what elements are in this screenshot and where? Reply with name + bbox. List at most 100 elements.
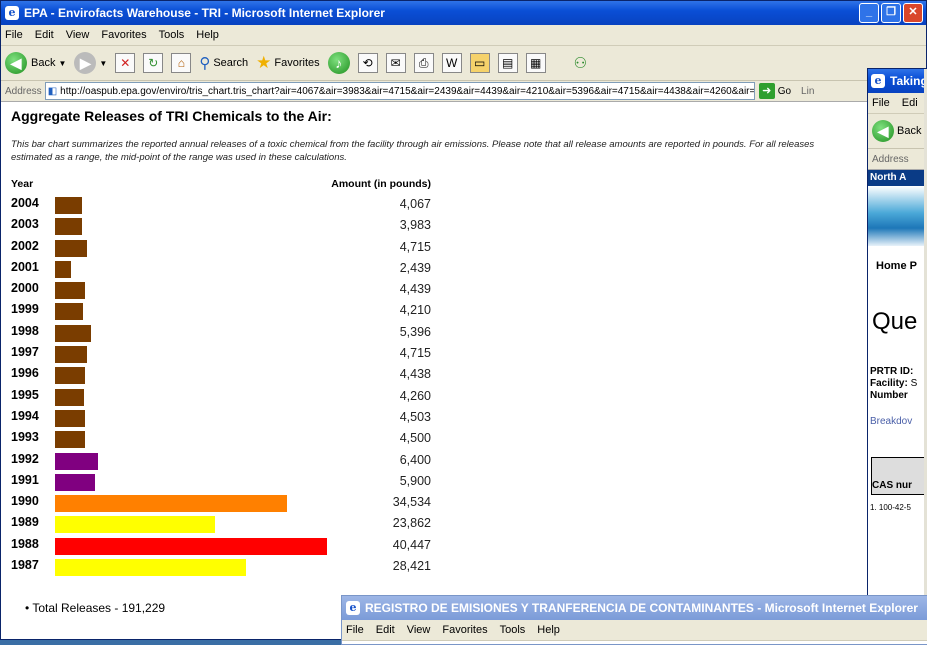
year-column-header: Year bbox=[11, 178, 34, 190]
chart-row: 1988 40,447 bbox=[11, 535, 431, 556]
menu-edit[interactable]: Edit bbox=[376, 624, 395, 636]
epa-window-title: EPA - Envirofacts Warehouse - TRI - Micr… bbox=[24, 6, 385, 20]
menu-favorites[interactable]: Favorites bbox=[442, 624, 487, 636]
edit-icon[interactable]: W bbox=[441, 53, 462, 73]
release-bar bbox=[55, 473, 95, 491]
release-bar bbox=[55, 367, 85, 385]
release-bar bbox=[55, 388, 84, 406]
taking-title-bar[interactable]: e Taking bbox=[868, 69, 927, 93]
address-url: http://oaspub.epa.gov/enviro/tris_chart.… bbox=[60, 85, 755, 97]
menu-file[interactable]: File bbox=[5, 29, 23, 41]
chart-row: 1996 4,438 bbox=[11, 364, 431, 385]
research-icon[interactable]: ▦ bbox=[525, 53, 546, 73]
chart-row: 2000 4,439 bbox=[11, 279, 431, 300]
cas-column-header: CAS nur bbox=[872, 480, 912, 491]
release-bar bbox=[55, 346, 87, 364]
favorites-label: Favorites bbox=[274, 57, 320, 69]
year-label: 1989 bbox=[11, 515, 39, 530]
amount-label: 28,421 bbox=[392, 559, 431, 574]
taking-menu-bar: File Edi bbox=[868, 93, 927, 114]
menu-view[interactable]: View bbox=[66, 29, 90, 41]
registro-title-bar[interactable]: e REGISTRO DE EMISIONES Y TRANFERENCIA D… bbox=[342, 596, 927, 620]
back-arrow-icon[interactable]: ◀ bbox=[872, 120, 894, 142]
chart-row: 1989 23,862 bbox=[11, 513, 431, 534]
folder-icon[interactable]: ▭ bbox=[469, 53, 490, 73]
release-bar bbox=[55, 282, 85, 300]
go-button[interactable]: ➜ Go bbox=[758, 83, 791, 99]
year-label: 1994 bbox=[11, 408, 39, 423]
maximize-icon[interactable]: ❐ bbox=[881, 3, 901, 23]
menu-edit[interactable]: Edit bbox=[35, 29, 54, 41]
release-bar bbox=[55, 197, 83, 214]
menu-tools[interactable]: Tools bbox=[500, 624, 526, 636]
chart-row: 1991 5,900 bbox=[11, 471, 431, 492]
prtr-id-label: PRTR ID: bbox=[870, 366, 914, 377]
chart-row: 1987 28,421 bbox=[11, 556, 431, 577]
menu-file[interactable]: File bbox=[872, 97, 890, 109]
chart-row: 1990 34,534 bbox=[11, 492, 431, 513]
home-icon[interactable]: ⌂ bbox=[171, 53, 192, 73]
release-bar bbox=[55, 516, 216, 534]
search-button[interactable]: ⚲ Search bbox=[199, 54, 248, 72]
chart-row: 1995 4,260 bbox=[11, 386, 431, 407]
page-heading: Aggregate Releases of TRI Chemicals to t… bbox=[11, 108, 332, 124]
breakdown-link[interactable]: Breakdov bbox=[868, 402, 927, 427]
banner-text: North A bbox=[870, 172, 907, 183]
menu-favorites[interactable]: Favorites bbox=[101, 29, 146, 41]
menu-help[interactable]: Help bbox=[196, 29, 219, 41]
amount-label: 5,396 bbox=[399, 324, 431, 339]
back-button[interactable]: ◀ Back ▼ bbox=[5, 52, 66, 74]
menu-edit[interactable]: Edi bbox=[902, 97, 918, 109]
forward-button[interactable]: ▶ ▼ bbox=[74, 52, 107, 74]
messenger-icon[interactable]: ⚇ bbox=[574, 54, 587, 72]
links-label[interactable]: Lin bbox=[801, 86, 814, 97]
facility-value: S bbox=[910, 378, 918, 389]
year-label: 2001 bbox=[11, 259, 39, 274]
discuss-icon[interactable]: ▤ bbox=[497, 53, 518, 73]
release-bar bbox=[55, 495, 288, 513]
epa-title-bar[interactable]: e EPA - Envirofacts Warehouse - TRI - Mi… bbox=[1, 1, 926, 25]
facility-label: Facility: bbox=[870, 378, 908, 389]
stop-icon[interactable]: ✕ bbox=[115, 53, 136, 73]
year-label: 1999 bbox=[11, 302, 39, 317]
chart-row: 1993 4,500 bbox=[11, 428, 431, 449]
back-label: Back bbox=[31, 57, 56, 69]
year-label: 1987 bbox=[11, 558, 39, 573]
favorites-button[interactable]: ★ Favorites bbox=[256, 53, 320, 73]
address-input[interactable]: ◧ http://oaspub.epa.gov/enviro/tris_char… bbox=[44, 82, 755, 100]
menu-file[interactable]: File bbox=[346, 624, 364, 636]
amount-label: 4,067 bbox=[399, 197, 431, 211]
taking-facility-info: PRTR ID: Facility: S Number bbox=[868, 336, 927, 402]
mail-icon[interactable]: ✉ bbox=[385, 53, 406, 73]
amount-label: 2,439 bbox=[399, 260, 431, 275]
taking-window-title: Taking bbox=[890, 74, 927, 88]
year-label: 1996 bbox=[11, 366, 39, 381]
year-label: 2004 bbox=[11, 196, 39, 210]
refresh-icon[interactable]: ↻ bbox=[143, 53, 164, 73]
chart-row: 2004 4,067 bbox=[11, 194, 431, 215]
release-bar bbox=[55, 409, 86, 427]
registro-window-title: REGISTRO DE EMISIONES Y TRANFERENCIA DE … bbox=[365, 601, 918, 615]
print-icon[interactable]: ⎙ bbox=[413, 53, 434, 73]
amount-label: 34,534 bbox=[392, 495, 431, 510]
menu-help[interactable]: Help bbox=[537, 624, 560, 636]
history-icon[interactable]: ⟲ bbox=[357, 53, 378, 73]
taking-address-bar: Address bbox=[868, 149, 927, 170]
release-bar bbox=[55, 324, 92, 342]
minimize-icon[interactable]: _ bbox=[859, 3, 879, 23]
media-icon[interactable]: ♪ bbox=[327, 52, 350, 74]
taking-nav[interactable]: Home P bbox=[868, 246, 927, 272]
chart-rows: 2004 4,067 2003 3,983 2002 4,715 2001 2,439 2000… bbox=[11, 194, 431, 577]
forward-arrow-icon: ▶ bbox=[74, 52, 97, 74]
chart-description: This bar chart summarizes the reported a… bbox=[11, 139, 815, 163]
epa-toolbar: ◀ Back ▼ ▶ ▼ ✕ ↻ ⌂ ⚲ Search ★ Favorites … bbox=[1, 46, 926, 81]
cas-table-header: CAS nur bbox=[871, 457, 927, 495]
back-arrow-icon: ◀ bbox=[5, 52, 27, 74]
year-label: 1991 bbox=[11, 472, 39, 487]
taking-toolbar: ◀ Back bbox=[868, 114, 927, 149]
address-label: Address bbox=[872, 153, 909, 165]
close-icon[interactable]: ✕ bbox=[903, 3, 923, 23]
menu-tools[interactable]: Tools bbox=[159, 29, 185, 41]
menu-view[interactable]: View bbox=[407, 624, 431, 636]
search-icon: ⚲ bbox=[199, 55, 211, 72]
